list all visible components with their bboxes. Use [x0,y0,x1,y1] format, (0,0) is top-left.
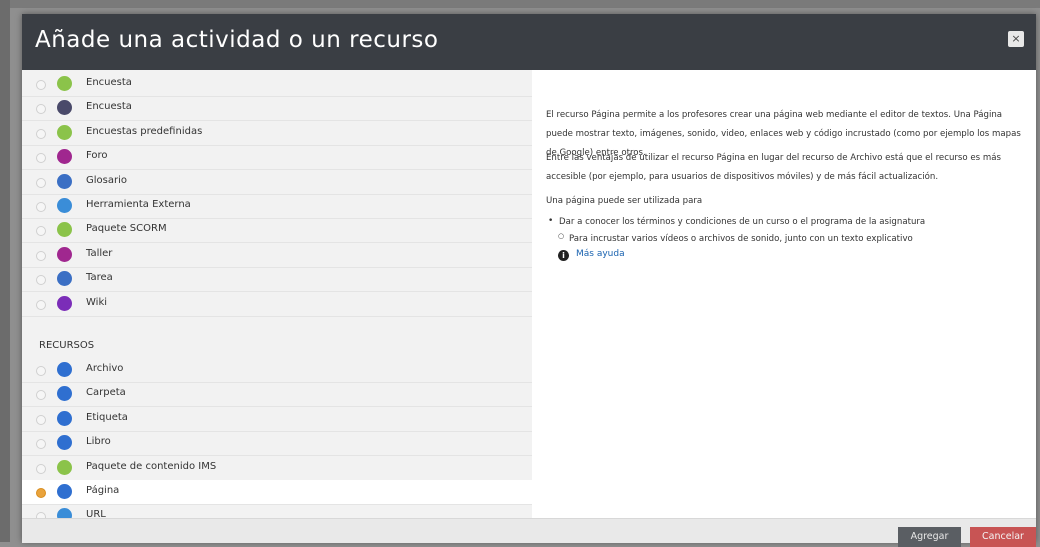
list-item-label: Encuesta [86,77,132,88]
list-item[interactable]: Taller [22,243,532,268]
radio-button[interactable] [36,488,46,498]
list-item-label: Etiqueta [86,411,128,423]
description-panel: El recurso Página permite a los profesor… [532,70,1036,518]
more-help-link[interactable]: Más ayuda [576,249,625,259]
label-icon [57,410,72,426]
package-icon [57,222,72,238]
list-item-label: Libro [86,436,111,448]
modal-title: Añade una actividad o un recurso [35,27,439,53]
radio-button[interactable] [36,366,46,376]
radio-button[interactable] [36,439,46,450]
workshop-icon [57,246,72,262]
radio-button[interactable] [36,463,46,474]
list-item-label: Paquete SCORM [86,223,167,235]
description-paragraph-2: Entre las ventajas de utilizar el recurs… [546,153,1001,182]
list-item-label: Archivo [86,363,124,374]
list-item[interactable]: Libro [22,431,532,457]
list-item[interactable]: Encuesta [22,72,532,97]
list-item-label: Foro [86,150,108,162]
close-button[interactable]: × [1008,31,1024,47]
background-top-bar [0,0,1040,8]
list-item[interactable]: Carpeta [22,382,532,408]
bullet-dot-2: ○ [558,232,565,240]
puzzle-icon [57,198,72,213]
radio-button[interactable] [36,275,46,286]
info-icon: i [558,250,569,261]
modal-footer: Agregar Cancelar [22,518,1036,547]
survey-chart-icon [57,124,72,140]
radio-button[interactable] [36,153,46,164]
radio-button[interactable] [36,104,46,115]
radio-button[interactable] [36,390,46,401]
survey-icon [57,76,72,91]
activity-list: Encuesta Encuesta Encuestas predefinidas Fo… [22,70,532,518]
list-item-label: URL [86,509,106,518]
list-item[interactable]: URL [22,504,532,518]
assignment-icon [57,271,72,287]
modal-header: Añade una actividad o un recurso × [22,14,1036,70]
radio-button[interactable] [36,299,46,310]
list-item-label: Carpeta [86,387,126,399]
list-item-label: Paquete de contenido IMS [86,460,217,472]
page-icon [57,484,72,499]
list-item-label: Herramienta Externa [86,199,191,210]
bullet-dot-1: • [548,216,554,226]
link-icon [57,508,72,518]
feedback-icon [57,100,72,116]
list-item-label: Wiki [86,296,108,308]
list-item[interactable]: Foro [22,145,532,171]
radio-button[interactable] [36,250,46,261]
wiki-icon [57,295,72,311]
list-item[interactable]: Paquete SCORM [22,218,532,244]
file-icon [57,362,72,377]
folder-icon [57,386,72,402]
list-item-label: Página [86,485,120,496]
radio-button[interactable] [36,128,46,139]
list-item[interactable]: Tarea [22,267,532,293]
book-icon [57,435,72,451]
add-button[interactable]: Agregar [898,527,961,547]
ims-package-icon [57,459,72,475]
list-item[interactable]: Paquete de contenido IMS [22,456,532,481]
list-item[interactable]: Archivo [22,358,532,383]
radio-button[interactable] [36,177,46,188]
list-item[interactable]: Herramienta Externa [22,194,532,219]
activity-chooser-modal: Añade una actividad o un recurso × Encue… [22,14,1036,547]
cancel-button[interactable]: Cancelar [970,527,1036,547]
list-item[interactable]: Encuestas predefinidas [22,121,532,146]
list-item-label: Glosario [86,174,127,186]
list-item[interactable]: Página [22,480,532,505]
radio-button[interactable] [36,414,46,425]
description-bullet-2: Para incrustar varios vídeos o archivos … [569,234,913,244]
background-sidebar [0,0,10,542]
list-item[interactable]: Wiki [22,292,532,317]
list-item-label: Taller [86,247,113,259]
radio-button[interactable] [36,80,46,90]
forum-icon [57,149,72,165]
list-item-label: Encuestas predefinidas [86,125,203,137]
list-item[interactable]: Glosario [22,170,532,195]
resources-heading: RECURSOS [39,340,95,351]
list-item[interactable]: Encuesta [22,96,532,122]
list-item[interactable]: Etiqueta [22,407,532,432]
list-item-label: Tarea [86,272,113,284]
radio-button[interactable] [36,226,46,237]
glossary-icon [57,173,72,189]
list-item-label: Encuesta [86,101,132,113]
radio-button[interactable] [36,202,46,212]
description-paragraph-3: Una página puede ser utilizada para [546,196,703,206]
